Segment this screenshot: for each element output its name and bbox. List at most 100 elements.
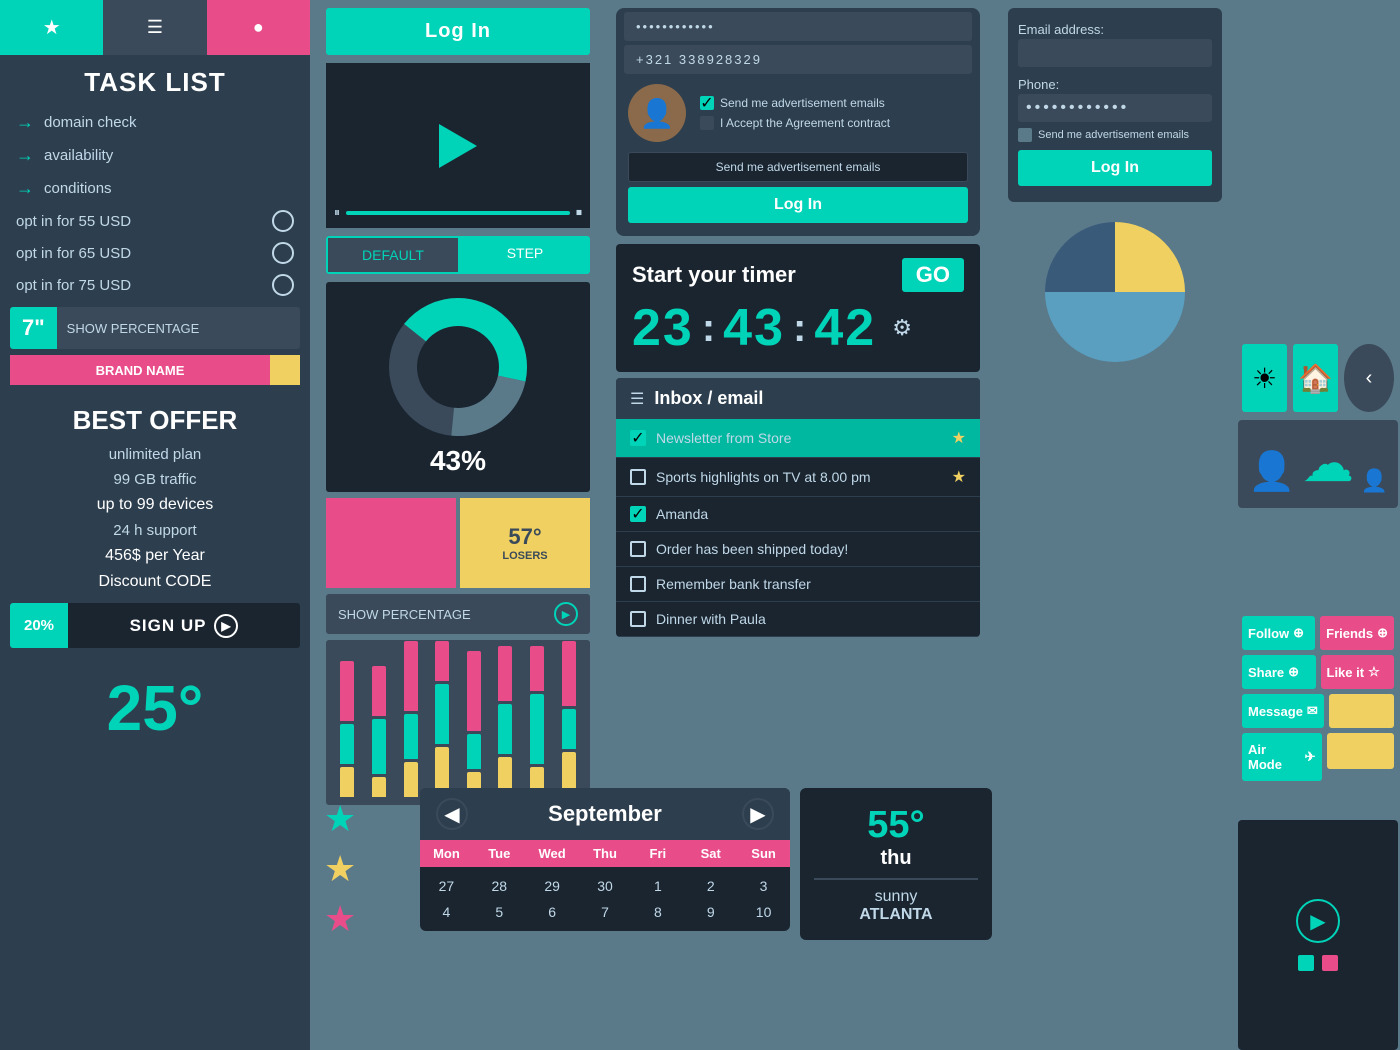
stop-icon[interactable]: ⏹ [576, 205, 582, 220]
like-button[interactable]: Like it ☆ [1321, 655, 1395, 689]
share-button[interactable]: Share ⊕ [1242, 655, 1316, 689]
task-label: conditions [44, 180, 112, 197]
play-circle-button[interactable]: ▶ [1296, 899, 1340, 943]
inbox-item-5[interactable]: Dinner with Paula [616, 602, 980, 637]
star-button[interactable]: ★ [0, 0, 103, 55]
login-button-top[interactable]: Log In [326, 8, 590, 55]
star-icon: ☆ [1368, 664, 1380, 680]
checkbox-empty-icon[interactable] [700, 116, 714, 130]
calendar-prev-button[interactable]: ◀ [436, 798, 468, 830]
checkbox-icon[interactable] [1018, 128, 1032, 142]
message-button[interactable]: Message ✉ [1242, 694, 1324, 728]
opt-in-55[interactable]: opt in for 55 USD [0, 205, 310, 237]
social-row-4: Air Mode ✈ [1242, 733, 1394, 781]
cal-num[interactable]: 29 [526, 873, 579, 899]
bar-teal [404, 714, 418, 759]
star-icon[interactable]: ★ [952, 467, 966, 487]
checkbox-checked-icon[interactable]: ✓ [630, 506, 646, 522]
play-icon[interactable] [439, 124, 477, 168]
show-percentage-row[interactable]: SHOW PERCENTAGE ▶ [326, 594, 590, 634]
weather-temperature: 55° [814, 804, 978, 847]
calendar-grid: 27 28 29 30 1 2 3 4 5 6 7 8 9 10 [420, 867, 790, 931]
radio-circle[interactable] [272, 242, 294, 264]
friends-button[interactable]: Friends ⊕ [1320, 616, 1394, 650]
phone-input[interactable]: •••••••••••• [1018, 94, 1212, 122]
cal-num[interactable]: 2 [684, 873, 737, 899]
task-item-domain[interactable]: → domain check [0, 106, 310, 139]
star-yellow-icon[interactable]: ★ [324, 848, 407, 890]
inbox-item-4[interactable]: Remember bank transfer [616, 567, 980, 602]
calendar-next-button[interactable]: ▶ [742, 798, 774, 830]
signup-button[interactable]: SIGN UP ▶ [68, 603, 300, 648]
cal-num[interactable]: 10 [737, 899, 790, 925]
login-button-mid[interactable]: Log In [628, 187, 968, 223]
tab-default[interactable]: DEFAULT [326, 236, 460, 274]
task-item-availability[interactable]: → availability [0, 139, 310, 172]
cal-num[interactable]: 28 [473, 873, 526, 899]
cal-num[interactable]: 3 [737, 873, 790, 899]
bar-pink [340, 661, 354, 721]
cal-num[interactable]: 6 [526, 899, 579, 925]
pin-button[interactable]: ● [207, 0, 310, 55]
checkbox-empty-icon[interactable] [630, 541, 646, 557]
radio-circle[interactable] [272, 210, 294, 232]
home-icon[interactable]: 🏠 [1293, 344, 1338, 412]
control-btn[interactable] [1298, 955, 1314, 971]
pause-icon[interactable]: ⏸ [334, 205, 340, 220]
tab-step[interactable]: STEP [460, 236, 590, 274]
video-widget[interactable]: ⏸ ⏹ [326, 63, 590, 228]
cal-num[interactable]: 4 [420, 899, 473, 925]
sun-icon[interactable]: ☀ [1242, 344, 1287, 412]
task-item-conditions[interactable]: → conditions [0, 172, 310, 205]
star-icon[interactable]: ★ [952, 428, 966, 448]
offer-devices: up to 99 devices [0, 492, 310, 518]
inbox-item-1[interactable]: Sports highlights on TV at 8.00 pm ★ [616, 458, 980, 497]
inbox-item-label: Newsletter from Store [656, 430, 942, 446]
timer-display: 23 : 43 : 42 ⚙ [632, 298, 964, 358]
login-button-form[interactable]: Log In [1018, 150, 1212, 186]
menu-button[interactable]: ☰ [103, 0, 206, 55]
cal-num[interactable]: 27 [420, 873, 473, 899]
follow-button[interactable]: Follow ⊕ [1242, 616, 1315, 650]
cal-num[interactable]: 1 [631, 873, 684, 899]
inbox-item-label: Remember bank transfer [656, 576, 966, 592]
send-ads-checkbox-row[interactable]: Send me advertisement emails [1018, 128, 1212, 142]
star-teal-icon[interactable]: ★ [324, 798, 407, 840]
checkbox-empty-icon[interactable] [630, 576, 646, 592]
cal-num[interactable]: 30 [579, 873, 632, 899]
checkbox-icon[interactable]: ✓ [700, 96, 714, 110]
cal-num[interactable]: 5 [473, 899, 526, 925]
cal-num[interactable]: 9 [684, 899, 737, 925]
bar-group [429, 641, 456, 797]
send-ads-button[interactable]: Send me advertisement emails [628, 152, 968, 182]
air-mode-button[interactable]: Air Mode ✈ [1242, 733, 1322, 781]
inbox-item-2[interactable]: ✓ Amanda [616, 497, 980, 532]
air-mode-input[interactable] [1327, 733, 1395, 769]
message-input[interactable] [1329, 694, 1394, 728]
back-button[interactable]: ‹ [1344, 344, 1394, 412]
control-btn[interactable] [1322, 955, 1338, 971]
inbox-item-0[interactable]: ✓ Newsletter from Store ★ [616, 419, 980, 458]
offer-unlimited: unlimited plan [0, 442, 310, 467]
email-input[interactable] [1018, 39, 1212, 67]
checkbox-agree[interactable]: I Accept the Agreement contract [700, 113, 968, 133]
show-percentage-icon[interactable]: ▶ [554, 602, 578, 626]
bar-teal [562, 709, 576, 749]
checkbox-ads[interactable]: ✓ Send me advertisement emails [700, 93, 968, 113]
checkbox-empty-icon[interactable] [630, 611, 646, 627]
phone-dots-input: •••••••••••• [624, 12, 972, 41]
opt-in-65[interactable]: opt in for 65 USD [0, 237, 310, 269]
timer-go-button[interactable]: GO [902, 258, 964, 292]
checkbox-checked-icon[interactable]: ✓ [630, 430, 646, 446]
video-progress-bar[interactable] [346, 211, 570, 215]
cal-day-tue: Tue [473, 846, 526, 861]
star-pink-icon[interactable]: ★ [324, 898, 407, 940]
stars-widget: ★ ★ ★ [318, 788, 413, 950]
inbox-item-3[interactable]: Order has been shipped today! [616, 532, 980, 567]
cal-num[interactable]: 7 [579, 899, 632, 925]
cal-num[interactable]: 8 [631, 899, 684, 925]
gear-icon[interactable]: ⚙ [892, 315, 912, 341]
checkbox-empty-icon[interactable] [630, 469, 646, 485]
opt-in-75[interactable]: opt in for 75 USD [0, 269, 310, 301]
radio-circle[interactable] [272, 274, 294, 296]
